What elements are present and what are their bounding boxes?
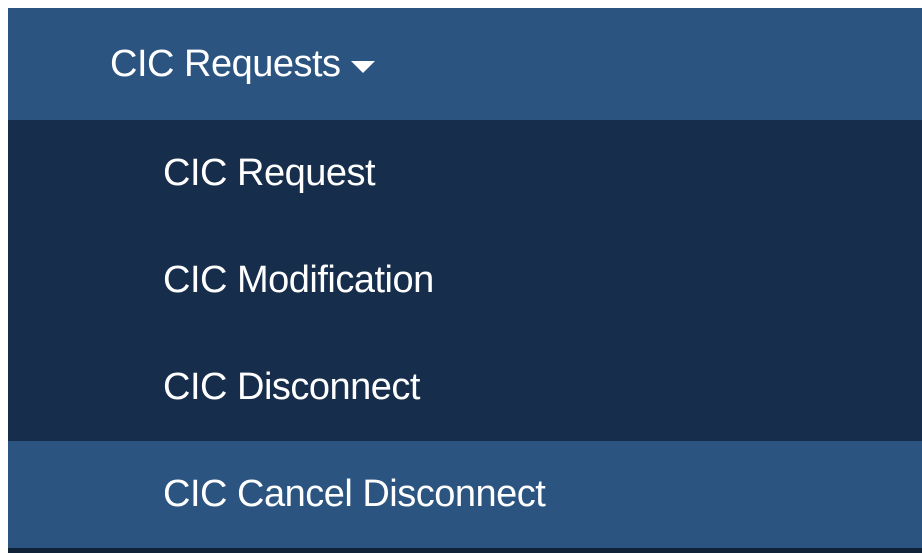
cic-requests-submenu: CIC Request CIC Modification CIC Disconn… xyxy=(8,120,922,441)
menu-item-label: CIC Modification xyxy=(163,259,434,301)
bottom-edge xyxy=(8,548,922,553)
menu-item-label: CIC Request xyxy=(163,152,376,194)
top-edge xyxy=(8,0,922,8)
menu-item-cic-request[interactable]: CIC Request xyxy=(8,120,922,227)
menu-item-cic-disconnect[interactable]: CIC Disconnect xyxy=(8,334,922,441)
menu-item-cic-modification[interactable]: CIC Modification xyxy=(8,227,922,334)
dropdown-menu-frame: CIC Requests CIC Request CIC Modificatio… xyxy=(0,0,922,553)
menu-header-label: CIC Requests xyxy=(110,42,341,85)
cic-requests-menu-toggle[interactable]: CIC Requests xyxy=(8,8,922,120)
menu-item-label: CIC Disconnect xyxy=(163,366,420,408)
menu-item-label: CIC Cancel Disconnect xyxy=(163,473,546,515)
menu-item-cic-cancel-disconnect[interactable]: CIC Cancel Disconnect xyxy=(8,441,922,548)
caret-down-icon xyxy=(350,61,375,73)
